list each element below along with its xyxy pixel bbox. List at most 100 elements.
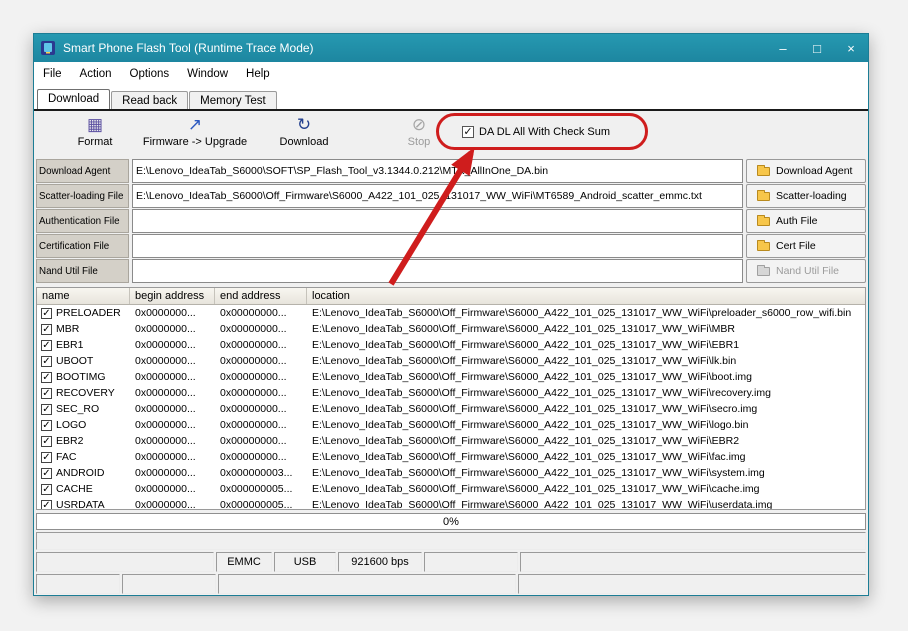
app-icon	[41, 41, 55, 55]
file-btn-label: Cert File	[776, 240, 816, 252]
status-row-1: EMMC USB 921600 bps	[36, 552, 866, 572]
name-cell: ✓ CACHE	[37, 481, 130, 497]
download-agent-input[interactable]	[132, 159, 743, 183]
row-checkbox[interactable]: ✓	[41, 387, 52, 399]
authentication-file-label: Authentication File	[36, 209, 129, 233]
location-cell: E:\Lenovo_IdeaTab_S6000\Off_Firmware\S60…	[312, 371, 752, 383]
table-row-usrdata[interactable]: ✓ USRDATA 0x0000000... 0x000000005... E:\Len…	[37, 497, 865, 510]
auth-file-button[interactable]: Auth File	[746, 209, 866, 233]
scatter-loading-button[interactable]: Scatter-loading	[746, 184, 866, 208]
column-header-begin-address[interactable]: begin address	[130, 288, 215, 304]
name-cell: ✓ SEC_RO	[37, 401, 130, 417]
end-address-cell: 0x000000005...	[220, 499, 293, 510]
row-checkbox[interactable]: ✓	[41, 499, 52, 509]
partition-table: name begin address end address location ✓ PR…	[36, 287, 866, 510]
row-checkbox[interactable]: ✓	[41, 403, 52, 415]
status-cell	[36, 574, 120, 594]
file-btn-label: Scatter-loading	[776, 190, 847, 202]
row-checkbox[interactable]: ✓	[41, 467, 52, 479]
tab-read-back[interactable]: Read back	[111, 91, 189, 109]
table-row-uboot[interactable]: ✓ UBOOT 0x0000000... 0x00000000... E:\Lenovo…	[37, 353, 865, 369]
authentication-file-input[interactable]	[132, 209, 743, 233]
folder-icon	[757, 189, 770, 201]
table-row-bootimg[interactable]: ✓ BOOTIMG 0x0000000... 0x00000000... E:\Leno…	[37, 369, 865, 385]
row-checkbox[interactable]: ✓	[41, 419, 52, 431]
status-cell: USB	[274, 552, 336, 572]
location-cell: E:\Lenovo_IdeaTab_S6000\Off_Firmware\S60…	[312, 483, 760, 495]
close-button[interactable]: ×	[834, 34, 868, 62]
row-checkbox[interactable]: ✓	[41, 339, 52, 351]
table-row-recovery[interactable]: ✓ RECOVERY 0x0000000... 0x00000000... E:\Len…	[37, 385, 865, 401]
tab-download[interactable]: Download	[37, 89, 111, 109]
partition-name: EBR1	[56, 339, 84, 351]
field-row-download-agent: Download Agent Download Agent	[36, 159, 866, 183]
stop-icon: ⊘	[411, 115, 427, 134]
row-checkbox[interactable]: ✓	[41, 435, 52, 447]
download-agent-button[interactable]: Download Agent	[746, 159, 866, 183]
location-cell: E:\Lenovo_IdeaTab_S6000\Off_Firmware\S60…	[312, 419, 749, 431]
scatter-loading-file-input[interactable]	[132, 184, 743, 208]
name-cell: ✓ EBR2	[37, 433, 130, 449]
tab-memory-test[interactable]: Memory Test	[189, 91, 277, 109]
format-button[interactable]: ▦ Format	[56, 115, 134, 148]
location-cell: E:\Lenovo_IdeaTab_S6000\Off_Firmware\S60…	[312, 355, 737, 367]
folder-icon	[757, 264, 770, 276]
row-checkbox[interactable]: ✓	[41, 371, 52, 383]
partition-name: UBOOT	[56, 355, 94, 367]
window-title: Smart Phone Flash Tool (Runtime Trace Mo…	[63, 41, 314, 55]
menu-item-help[interactable]: Help	[237, 68, 279, 80]
table-row-sec-ro[interactable]: ✓ SEC_RO 0x0000000... 0x00000000... E:\Lenov…	[37, 401, 865, 417]
checksum-checkbox[interactable]: ✓	[462, 126, 474, 138]
cert-file-button[interactable]: Cert File	[746, 234, 866, 258]
begin-address-cell: 0x0000000...	[135, 483, 196, 495]
table-row-android[interactable]: ✓ ANDROID 0x0000000... 0x000000003... E:\Len…	[37, 465, 865, 481]
firmware-upgrade-button[interactable]: ↗ Firmware -> Upgrade	[140, 115, 250, 148]
partition-name: MBR	[56, 323, 80, 335]
folder-icon	[757, 214, 770, 226]
row-checkbox[interactable]: ✓	[41, 355, 52, 367]
download-button[interactable]: ↻ Download	[264, 115, 344, 148]
end-address-cell: 0x00000000...	[220, 323, 287, 335]
column-header-name[interactable]: name	[37, 288, 130, 304]
end-address-cell: 0x00000000...	[220, 307, 287, 319]
menu-item-file[interactable]: File	[34, 68, 71, 80]
file-btn-label: Nand Util File	[776, 265, 840, 277]
partition-name: PRELOADER	[56, 307, 121, 319]
row-checkbox[interactable]: ✓	[41, 323, 52, 335]
nand-util-file-input[interactable]	[132, 259, 743, 283]
row-checkbox[interactable]: ✓	[41, 483, 52, 495]
menu-item-action[interactable]: Action	[71, 68, 121, 80]
table-row-preloader[interactable]: ✓ PRELOADER 0x0000000... 0x00000000... E:\Le…	[37, 305, 865, 321]
column-header-end-address[interactable]: end address	[215, 288, 307, 304]
app-window: Smart Phone Flash Tool (Runtime Trace Mo…	[33, 33, 869, 596]
location-cell: E:\Lenovo_IdeaTab_S6000\Off_Firmware\S60…	[312, 451, 746, 463]
end-address-cell: 0x00000000...	[220, 339, 287, 351]
minimize-button[interactable]: –	[766, 34, 800, 62]
row-checkbox[interactable]: ✓	[41, 307, 52, 319]
name-cell: ✓ BOOTIMG	[37, 369, 130, 385]
row-checkbox[interactable]: ✓	[41, 451, 52, 463]
partition-name: FAC	[56, 451, 77, 463]
nand-util-file-label: Nand Util File	[36, 259, 129, 283]
menu-item-options[interactable]: Options	[121, 68, 179, 80]
status-cell	[122, 574, 216, 594]
maximize-button[interactable]: □	[800, 34, 834, 62]
menu-item-window[interactable]: Window	[178, 68, 237, 80]
partition-name: RECOVERY	[56, 387, 115, 399]
location-cell: E:\Lenovo_IdeaTab_S6000\Off_Firmware\S60…	[312, 435, 740, 447]
location-cell: E:\Lenovo_IdeaTab_S6000\Off_Firmware\S60…	[312, 387, 771, 399]
column-header-location[interactable]: location	[307, 288, 865, 304]
partition-name: LOGO	[56, 419, 87, 431]
table-row-mbr[interactable]: ✓ MBR 0x0000000... 0x00000000... E:\Lenovo_I…	[37, 321, 865, 337]
field-row-nand-util-file: Nand Util File Nand Util File	[36, 259, 866, 283]
tool-label: Stop	[407, 136, 431, 148]
table-row-ebr1[interactable]: ✓ EBR1 0x0000000... 0x00000000... E:\Lenovo_…	[37, 337, 865, 353]
field-row-certification-file: Certification File Cert File	[36, 234, 866, 258]
nand-util-file-button: Nand Util File	[746, 259, 866, 283]
table-row-ebr2[interactable]: ✓ EBR2 0x0000000... 0x00000000... E:\Lenovo_…	[37, 433, 865, 449]
table-row-cache[interactable]: ✓ CACHE 0x0000000... 0x000000005... E:\Lenov…	[37, 481, 865, 497]
name-cell: ✓ UBOOT	[37, 353, 130, 369]
certification-file-input[interactable]	[132, 234, 743, 258]
table-row-fac[interactable]: ✓ FAC 0x0000000... 0x00000000... E:\Lenovo_I…	[37, 449, 865, 465]
table-row-logo[interactable]: ✓ LOGO 0x0000000... 0x00000000... E:\Lenovo_…	[37, 417, 865, 433]
